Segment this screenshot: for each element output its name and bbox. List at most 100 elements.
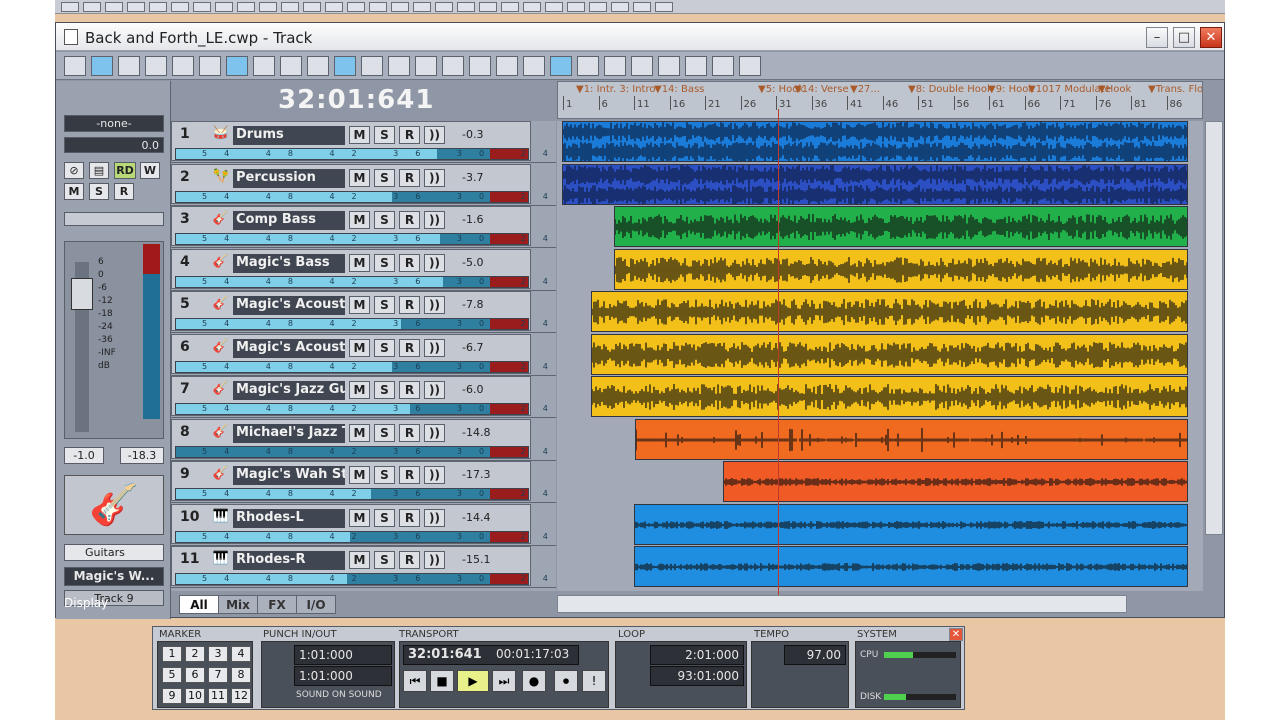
track-volume[interactable]: -5.0 bbox=[462, 256, 483, 269]
marker-key-5[interactable]: 5 bbox=[162, 667, 182, 683]
mute-button[interactable]: M bbox=[349, 423, 370, 442]
track-volume[interactable]: -1.6 bbox=[462, 213, 483, 226]
toolbar-icon[interactable] bbox=[61, 1, 79, 12]
solo-button[interactable]: S bbox=[374, 381, 395, 399]
track-row[interactable]: 6🎸Magic's AcousticMSR))-6.754 48 42 36 3… bbox=[171, 333, 675, 376]
toolbar-icon[interactable] bbox=[479, 1, 497, 12]
track-name[interactable]: Magic's Jazz Guit bbox=[233, 381, 345, 400]
solo-button[interactable]: S bbox=[374, 296, 395, 314]
record-arm-button[interactable]: R bbox=[399, 211, 420, 229]
pan-value[interactable]: 0.0 bbox=[64, 137, 164, 153]
vertical-scrollbar[interactable] bbox=[1205, 121, 1223, 535]
toolbar-icon[interactable] bbox=[369, 1, 387, 12]
staff-icon[interactable] bbox=[523, 56, 545, 76]
track-name[interactable]: Rhodes-R bbox=[233, 551, 345, 570]
solo-button[interactable]: S bbox=[374, 551, 395, 569]
panel-close-button[interactable]: ✕ bbox=[949, 628, 963, 641]
toolbar-icon[interactable] bbox=[655, 1, 673, 12]
toolbar-icon[interactable] bbox=[215, 1, 233, 12]
marker-key-9[interactable]: 9 bbox=[162, 688, 182, 704]
track-volume[interactable]: -0.3 bbox=[462, 128, 483, 141]
mute-button[interactable]: M bbox=[349, 508, 370, 527]
track-name[interactable]: Magic's Acoustic bbox=[233, 338, 345, 358]
marker-key-8[interactable]: 8 bbox=[231, 667, 251, 683]
ruler-marker[interactable]: ▼27... bbox=[850, 84, 880, 95]
marker-key-10[interactable]: 10 bbox=[185, 688, 205, 704]
transport-clock[interactable]: 00:01:17:03 bbox=[496, 647, 569, 661]
solo-button[interactable]: S bbox=[374, 508, 395, 527]
toolbar-icon[interactable] bbox=[567, 1, 585, 12]
toolbar-icon[interactable] bbox=[259, 1, 277, 12]
marker-key-6[interactable]: 6 bbox=[185, 667, 205, 683]
layout-icon[interactable] bbox=[712, 56, 734, 76]
input-select[interactable]: -none- bbox=[64, 115, 164, 132]
mute-button[interactable]: M bbox=[349, 253, 370, 272]
rewind-button[interactable]: ⏮ bbox=[403, 670, 427, 692]
toolbar-icon[interactable] bbox=[281, 1, 299, 12]
track-volume[interactable]: -6.7 bbox=[462, 341, 483, 354]
toolbar-icon[interactable] bbox=[127, 1, 145, 12]
input-echo-button[interactable]: )) bbox=[424, 211, 445, 229]
solo-button[interactable]: S bbox=[374, 211, 395, 229]
sound-on-sound[interactable]: SOUND ON SOUND bbox=[296, 690, 382, 700]
loop-icon[interactable] bbox=[550, 56, 572, 76]
list-icon[interactable] bbox=[631, 56, 653, 76]
toolbar-icon[interactable] bbox=[501, 1, 519, 12]
w-button[interactable]: W bbox=[140, 162, 160, 179]
timeline-ruler[interactable]: 1 6 11 16 21 26 31 36 41 46 51 56 61 66 71 76 81 86 ▼1: In… bbox=[557, 81, 1203, 119]
eraser-icon[interactable] bbox=[415, 56, 437, 76]
close-button[interactable]: ✕ bbox=[1200, 27, 1222, 48]
toolbar-icon[interactable] bbox=[589, 1, 607, 12]
track-name[interactable]: Rhodes-L bbox=[233, 508, 345, 528]
phase-button[interactable]: ⊘ bbox=[64, 162, 84, 179]
maximize-button[interactable]: □ bbox=[1173, 27, 1195, 48]
audio-clip[interactable] bbox=[591, 376, 1188, 417]
ruler-marker[interactable]: ▼8: Double Hook bbox=[908, 84, 993, 95]
pencil-icon[interactable] bbox=[388, 56, 410, 76]
record-button[interactable]: R bbox=[114, 183, 134, 200]
solo-button[interactable]: S bbox=[374, 126, 395, 144]
track-volume[interactable]: -7.8 bbox=[462, 298, 483, 311]
marker-key-12[interactable]: 12 bbox=[231, 688, 251, 704]
audio-clip[interactable] bbox=[634, 503, 1188, 545]
track-row[interactable]: 2 🪇 Percussion M S R)) -3.7 54 48 42 36 30 24 1… bbox=[171, 163, 675, 206]
mute-button[interactable]: M bbox=[349, 381, 370, 399]
audio-clip[interactable] bbox=[562, 163, 1188, 205]
toolbar-icon[interactable] bbox=[171, 1, 189, 12]
input-echo-button[interactable]: )) bbox=[424, 466, 445, 484]
track-row[interactable]: 8🎸Michael's Jazz TeMSR))-14.854 48 42 36… bbox=[171, 418, 675, 461]
mute-button[interactable]: M bbox=[349, 338, 370, 357]
track-volume[interactable]: -17.3 bbox=[462, 468, 490, 481]
input-echo-button[interactable]: )) bbox=[424, 551, 445, 569]
track-row[interactable]: 5🎸Magic's AcousticMSR))-7.854 48 42 36 3… bbox=[171, 291, 675, 333]
marker-key-2[interactable]: 2 bbox=[185, 646, 205, 662]
track-name[interactable]: Percussion bbox=[233, 168, 345, 188]
mute-button[interactable]: M bbox=[349, 296, 370, 314]
audio-clip[interactable] bbox=[614, 248, 1188, 290]
toolbar-icon[interactable] bbox=[303, 1, 321, 12]
track-name-field[interactable]: Magic's W... bbox=[64, 567, 164, 586]
ruler-marker[interactable]: ▼14: Verse bbox=[794, 84, 849, 95]
audio-clip[interactable] bbox=[562, 121, 1188, 162]
record-arm-button[interactable]: R bbox=[399, 253, 420, 272]
panic-button[interactable]: ! bbox=[582, 670, 606, 692]
record-arm-button[interactable]: R bbox=[399, 338, 420, 357]
ruler-marker[interactable]: ▼Hook bbox=[1098, 84, 1131, 95]
smart-icon[interactable] bbox=[118, 56, 140, 76]
toolbar-icon[interactable] bbox=[413, 1, 431, 12]
solo-button[interactable]: S bbox=[374, 338, 395, 357]
merge-icon[interactable] bbox=[604, 56, 626, 76]
toolbar-icon[interactable] bbox=[149, 1, 167, 12]
track-name[interactable]: Drums bbox=[233, 126, 345, 145]
mute-button[interactable]: M bbox=[349, 126, 370, 144]
input-echo-button[interactable]: )) bbox=[424, 126, 445, 144]
draw-icon[interactable] bbox=[145, 56, 167, 76]
audition-icon[interactable] bbox=[307, 56, 329, 76]
record-arm-button[interactable]: R bbox=[399, 168, 420, 187]
track-row[interactable]: 10 🎹 Rhodes-L M S R)) -14.4 54 48 42 36 30 24 1… bbox=[171, 503, 675, 546]
split-icon[interactable] bbox=[577, 56, 599, 76]
record-transport-button[interactable]: ● bbox=[522, 670, 546, 692]
toolbar-icon[interactable] bbox=[193, 1, 211, 12]
input-echo-button[interactable]: )) bbox=[424, 338, 445, 357]
move-icon[interactable] bbox=[334, 56, 356, 76]
